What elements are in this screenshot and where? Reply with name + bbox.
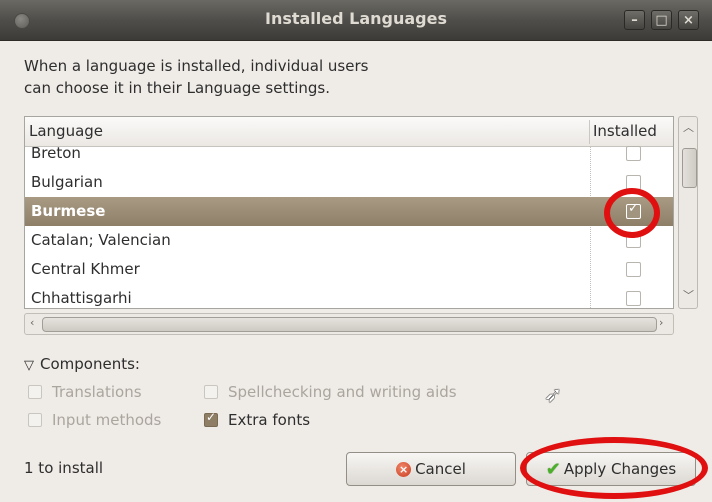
language-name: Breton [31, 146, 81, 162]
table-row-selected[interactable]: Burmese [25, 197, 673, 226]
horizontal-scrollbar[interactable]: ‹ › [24, 313, 674, 335]
cancel-button[interactable]: × Cancel [346, 452, 516, 486]
table-row[interactable]: Catalan; Valencian [25, 226, 673, 255]
installed-checkbox[interactable] [626, 262, 641, 277]
installed-checkbox[interactable] [626, 291, 641, 306]
language-name: Bulgarian [31, 173, 103, 191]
components-expander[interactable]: ▽ Components: [24, 355, 140, 373]
list-header: Language Installed [25, 117, 673, 147]
description: When a language is installed, individual… [24, 55, 464, 99]
vertical-scrollbar[interactable]: ︿ ﹀ [678, 116, 698, 309]
mouse-pointer-icon: ➶ [544, 383, 563, 408]
scroll-up-arrow-icon[interactable]: ︿ [683, 119, 694, 135]
language-name: Central Khmer [31, 260, 140, 278]
extra-fonts-option[interactable]: Extra fonts [204, 410, 311, 429]
close-button[interactable]: × [678, 10, 699, 30]
column-header-language[interactable]: Language [29, 122, 103, 140]
language-name: Burmese [31, 202, 106, 220]
column-header-installed[interactable]: Installed [593, 122, 657, 140]
spellchecking-option[interactable]: Spellchecking and writing aids [204, 383, 457, 401]
table-row[interactable]: Central Khmer [25, 255, 673, 284]
table-row[interactable]: Bulgarian [25, 168, 673, 197]
window-title: Installed Languages [264, 9, 447, 28]
installed-checkbox[interactable] [626, 146, 641, 161]
annotation-circle-installed [604, 188, 660, 238]
scroll-left-arrow-icon[interactable]: ‹ [30, 316, 34, 329]
status-text: 1 to install [24, 459, 104, 477]
table-row[interactable]: Breton [25, 146, 673, 168]
cancel-button-label: Cancel [415, 460, 466, 478]
input-methods-option[interactable]: Input methods [28, 411, 161, 429]
minimize-button[interactable]: – [624, 10, 645, 30]
extra-fonts-label: Extra fonts [228, 411, 311, 429]
description-line-2: can choose it in their Language settings… [24, 79, 330, 97]
column-divider [589, 120, 590, 144]
input-methods-label: Input methods [52, 411, 162, 429]
components-label: Components: [40, 355, 140, 373]
triangle-down-icon[interactable]: ▽ [24, 358, 34, 373]
list-rows: Breton Bulgarian Burmese Catalan; Valenc… [25, 146, 673, 308]
cancel-icon: × [396, 461, 412, 477]
spellchecking-checkbox[interactable] [204, 385, 218, 399]
extra-fonts-checkbox[interactable] [204, 410, 218, 427]
spellchecking-label: Spellchecking and writing aids [228, 383, 457, 401]
language-name: Chhattisgarhi [31, 289, 132, 307]
table-row[interactable]: Chhattisgarhi [25, 284, 673, 308]
language-name: Catalan; Valencian [31, 231, 171, 249]
title-bar: Installed Languages – □ × [0, 0, 712, 41]
language-list[interactable]: Language Installed Breton Bulgarian Burm… [24, 116, 674, 309]
description-line-1: When a language is installed, individual… [24, 57, 369, 75]
input-methods-checkbox[interactable] [28, 413, 42, 427]
scroll-down-arrow-icon[interactable]: ﹀ [683, 287, 694, 303]
translations-label: Translations [52, 383, 142, 401]
translations-checkbox[interactable] [28, 385, 42, 399]
translations-option[interactable]: Translations [28, 383, 142, 401]
maximize-button[interactable]: □ [651, 10, 672, 30]
horizontal-scroll-thumb[interactable] [42, 317, 657, 332]
scroll-right-arrow-icon[interactable]: › [659, 316, 663, 329]
annotation-circle-apply [520, 437, 708, 499]
vertical-scroll-thumb[interactable] [682, 148, 697, 188]
